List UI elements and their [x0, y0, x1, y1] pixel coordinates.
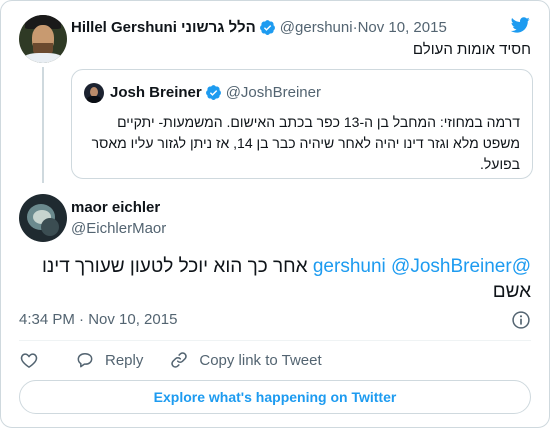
heart-icon	[20, 353, 38, 368]
parent-handle[interactable]: @gershuni	[280, 19, 353, 36]
twitter-bird-icon[interactable]	[509, 15, 531, 35]
parent-tweet-header: Hillel Gershuni הלל גרשוני @gershuni · N…	[71, 17, 447, 37]
parent-tweet-text: חסיד אומות העולם	[412, 41, 531, 58]
mention-joshbreiner[interactable]: @JoshBreiner	[391, 256, 512, 277]
parent-display-name[interactable]: Hillel Gershuni הלל גרשוני	[71, 19, 256, 36]
reply-button[interactable]: Reply	[75, 350, 143, 370]
divider	[19, 340, 531, 341]
like-button[interactable]	[19, 350, 49, 370]
speech-bubble-icon	[77, 353, 93, 368]
reply-tweet-text: @gershuni @JoshBreiner אחר כך הוא יוכל ל…	[17, 254, 531, 304]
tweet-actions: Reply Copy link to Tweet	[19, 347, 348, 373]
explore-button[interactable]: Explore what's happening on Twitter	[19, 380, 531, 414]
avatar-maor-eichler[interactable]	[19, 194, 67, 242]
parent-date[interactable]: Nov 10, 2015	[358, 19, 447, 36]
avatar-josh-breiner	[84, 83, 104, 103]
quoted-display-name: Josh Breiner	[110, 84, 202, 101]
verified-badge-icon	[259, 19, 275, 35]
avatar-hillel-gershuni[interactable]	[19, 15, 67, 63]
quoted-tweet-text: דרמה במחוזי: המחבל בן ה-13 כפר בכתב האיש…	[91, 114, 520, 172]
verified-badge-icon	[205, 85, 221, 100]
copy-link-label: Copy link to Tweet	[199, 351, 322, 369]
reply-handle[interactable]: @EichlerMaor	[71, 220, 166, 237]
reply-display-name[interactable]: maor eichler	[71, 199, 160, 216]
quoted-tweet-header: Josh Breiner @JoshBreiner	[110, 84, 321, 101]
thread-connector-line	[42, 67, 44, 183]
info-icon[interactable]	[511, 310, 531, 330]
quoted-handle: @JoshBreiner	[225, 84, 321, 101]
link-icon	[171, 352, 188, 368]
reply-label: Reply	[105, 351, 144, 369]
reply-timestamp[interactable]: 4:34 PM · Nov 10, 2015	[19, 311, 177, 328]
copy-link-button[interactable]: Copy link to Tweet	[169, 350, 322, 370]
quoted-tweet[interactable]: Josh Breiner @JoshBreiner דרמה במחוזי: ה…	[71, 69, 533, 179]
tweet-embed-card: Hillel Gershuni הלל גרשוני @gershuni · N…	[0, 0, 550, 428]
